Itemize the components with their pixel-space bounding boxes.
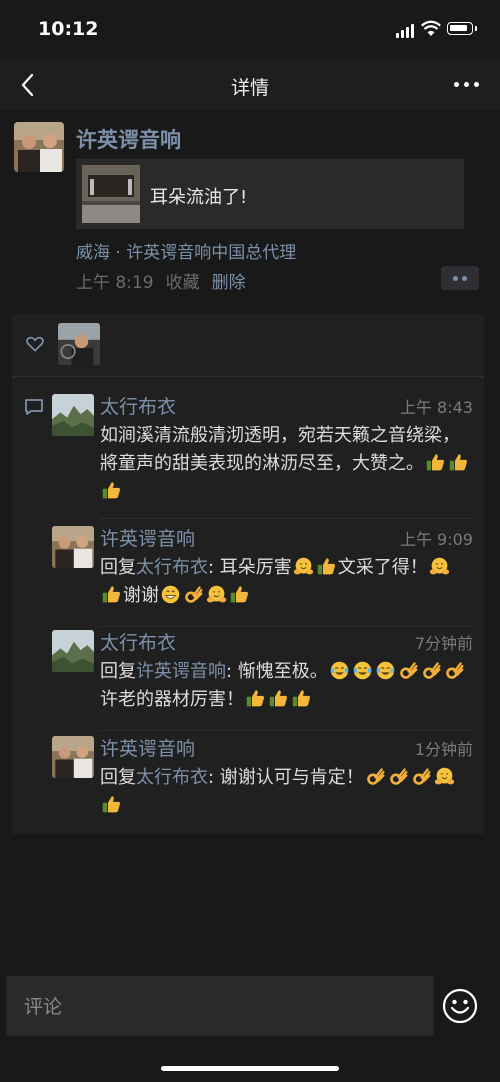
reply-prefix: 回复: [100, 661, 136, 682]
comment-item[interactable]: 太行布衣 7分钟前 回复许英谔音响: 惭愧至极。许老的器材厉害！: [52, 628, 473, 730]
post-meta: 上午 8:19 收藏 删除: [76, 268, 246, 293]
commenter-name[interactable]: 许英谔音响: [100, 734, 195, 761]
hugging-face-emoji: [293, 556, 314, 577]
commenter-avatar[interactable]: [52, 526, 94, 568]
ok-hand-emoji: [411, 766, 432, 787]
grinning-emoji: [160, 584, 181, 605]
comment-bubble-icon: [24, 398, 44, 416]
ok-hand-emoji: [421, 660, 442, 681]
commenter-name[interactable]: 太行布衣: [100, 628, 176, 655]
comment-body: : 耳朵厉害: [208, 557, 292, 578]
comment-input[interactable]: 评论: [6, 976, 434, 1036]
tears-of-joy-emoji: [375, 660, 396, 681]
reply-target-name[interactable]: 太行布衣: [136, 557, 208, 578]
comment-item[interactable]: 许英谔音响 1分钟前 回复太行布衣: 谢谢认可与肯定！: [52, 734, 473, 832]
comment-text: 如涧溪清流般清沏透明，宛若天籁之音绕梁，將童声的甜美表现的淋沥尽至，大赞之。: [100, 422, 472, 506]
tears-of-joy-emoji: [352, 660, 373, 681]
hugging-face-emoji: [206, 584, 227, 605]
divider: [100, 626, 472, 627]
comment-time: 7分钟前: [414, 634, 473, 653]
thumbs-up-emoji: [316, 556, 337, 577]
comment-body: : 谢谢认可与肯定！: [208, 767, 364, 788]
comment-body: : 惭愧至极。: [226, 661, 328, 682]
commenter-avatar[interactable]: [52, 736, 94, 778]
comment-body-2: 许老的器材厉害！: [100, 689, 244, 710]
reply-prefix: 回复: [100, 557, 136, 578]
thumbs-up-emoji: [101, 480, 122, 501]
comment-text: 回复太行布衣: 耳朵厉害 文采了得！ 谢谢: [100, 554, 472, 610]
comment-body-2: 文采了得！: [337, 557, 428, 578]
emoji-smile-icon[interactable]: [442, 988, 478, 1024]
commenter-name[interactable]: 许英谔音响: [100, 524, 195, 551]
ok-hand-emoji: [183, 584, 204, 605]
comment-text: 回复太行布衣: 谢谢认可与肯定！: [100, 764, 472, 820]
thumbs-up-emoji: [101, 584, 122, 605]
ok-hand-emoji: [398, 660, 419, 681]
liker-avatar[interactable]: [58, 323, 100, 365]
reply-target-name[interactable]: 太行布衣: [136, 767, 208, 788]
post-time: 上午 8:19: [76, 273, 154, 293]
comment-body-3: 谢谢: [123, 585, 159, 606]
commenter-avatar[interactable]: [52, 394, 94, 436]
thumbs-up-emoji: [291, 688, 312, 709]
likes-row: [12, 314, 484, 377]
comment-item[interactable]: 许英谔音响 上午 9:09 回复太行布衣: 耳朵厉害 文采了得！ 谢谢: [52, 524, 473, 626]
hugging-face-emoji: [429, 556, 450, 577]
post-author-name[interactable]: 许英谔音响: [76, 124, 181, 154]
commenter-avatar[interactable]: [52, 630, 94, 672]
comment-bar: 评论: [0, 968, 500, 1048]
shared-link-card[interactable]: 耳朵流油了!: [76, 159, 464, 229]
favorite-button[interactable]: 收藏: [166, 273, 200, 293]
comment-text: 回复许英谔音响: 惭愧至极。许老的器材厉害！: [100, 658, 472, 714]
ok-hand-emoji: [444, 660, 465, 681]
commenter-name[interactable]: 太行布衣: [100, 392, 176, 419]
status-bar: 10:12: [0, 0, 500, 60]
post-author-avatar[interactable]: [14, 122, 64, 172]
status-time: 10:12: [38, 18, 99, 40]
thumbs-up-emoji: [268, 688, 289, 709]
link-title: 耳朵流油了!: [150, 187, 248, 208]
comment-time: 上午 9:09: [399, 530, 473, 549]
home-indicator[interactable]: [161, 1066, 339, 1071]
interaction-panel: 太行布衣 上午 8:43 如涧溪清流般清沏透明，宛若天籁之音绕梁，將童声的甜美表…: [12, 314, 484, 834]
tears-of-joy-emoji: [329, 660, 350, 681]
ok-hand-emoji: [365, 766, 386, 787]
comment-time: 1分钟前: [414, 740, 473, 759]
comment-time: 上午 8:43: [399, 398, 473, 417]
post-location[interactable]: 威海 · 许英谔音响中国总代理: [76, 238, 296, 263]
thumbs-up-emoji: [245, 688, 266, 709]
thumbs-up-emoji: [229, 584, 250, 605]
thumbs-up-emoji: [425, 452, 446, 473]
link-thumbnail: [82, 165, 140, 223]
thumbs-up-emoji: [448, 452, 469, 473]
more-dots-icon[interactable]: [454, 82, 480, 88]
divider: [100, 730, 472, 731]
comment-body: 如涧溪清流般清沏透明，宛若天籁之音绕梁，將童声的甜美表现的淋沥尽至，大赞之。: [100, 425, 460, 474]
wifi-icon: [421, 20, 441, 38]
hugging-face-emoji: [434, 766, 455, 787]
reply-prefix: 回复: [100, 767, 136, 788]
battery-icon: [447, 22, 477, 35]
page-title: 详情: [230, 77, 269, 99]
heart-outline-icon: [25, 334, 45, 354]
more-actions-button[interactable]: [441, 266, 479, 290]
navigation-bar: 详情: [0, 60, 500, 110]
cellular-signal-icon: [396, 24, 414, 38]
divider: [100, 518, 472, 519]
reply-target-name[interactable]: 许英谔音响: [136, 661, 226, 682]
thumbs-up-emoji: [101, 794, 122, 815]
ok-hand-emoji: [388, 766, 409, 787]
delete-button[interactable]: 删除: [212, 273, 246, 293]
comment-item[interactable]: 太行布衣 上午 8:43 如涧溪清流般清沏透明，宛若天籁之音绕梁，將童声的甜美表…: [52, 392, 473, 514]
comment-placeholder: 评论: [24, 996, 63, 1018]
